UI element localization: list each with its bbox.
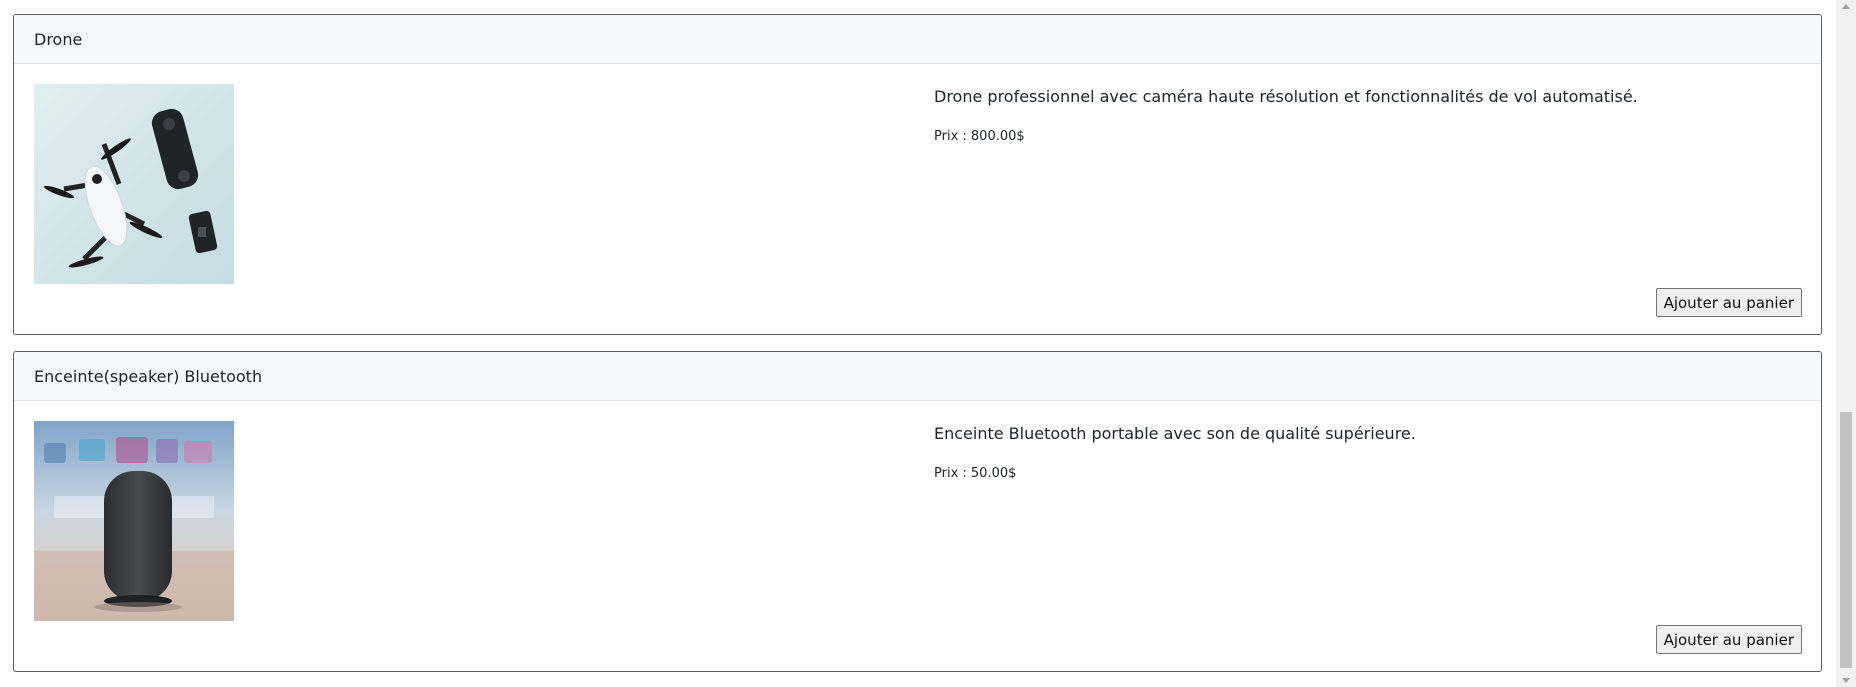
product-card: Drone Drone professionnel avec caméra ha…: [13, 14, 1822, 335]
product-title: Enceinte(speaker) Bluetooth: [34, 366, 263, 386]
scrollbar-thumb[interactable]: [1840, 412, 1852, 668]
drone-image: [34, 84, 234, 284]
vertical-scrollbar[interactable]: [1836, 0, 1856, 687]
product-card: Enceinte(speaker) Bluetooth Enceinte Blu…: [13, 351, 1822, 672]
product-card-body: Drone professionnel avec caméra haute ré…: [14, 64, 1821, 334]
speaker-image: [34, 421, 234, 621]
product-card-header: Enceinte(speaker) Bluetooth: [14, 352, 1821, 401]
scroll-down-icon[interactable]: [1842, 678, 1850, 683]
add-to-cart-button[interactable]: Ajouter au panier: [1655, 288, 1802, 317]
product-description: Drone professionnel avec caméra haute ré…: [934, 87, 1638, 106]
product-price: Prix : 50.00$: [934, 466, 1017, 481]
product-title: Drone: [34, 29, 83, 49]
product-card-header: Drone: [14, 15, 1821, 64]
product-price: Prix : 800.00$: [934, 129, 1025, 144]
product-description: Enceinte Bluetooth portable avec son de …: [934, 424, 1416, 443]
product-list: Drone Drone professionnel avec caméra ha…: [0, 0, 1836, 687]
scroll-up-icon[interactable]: [1842, 4, 1850, 9]
add-to-cart-button[interactable]: Ajouter au panier: [1655, 625, 1802, 654]
product-card-body: Enceinte Bluetooth portable avec son de …: [14, 401, 1821, 671]
